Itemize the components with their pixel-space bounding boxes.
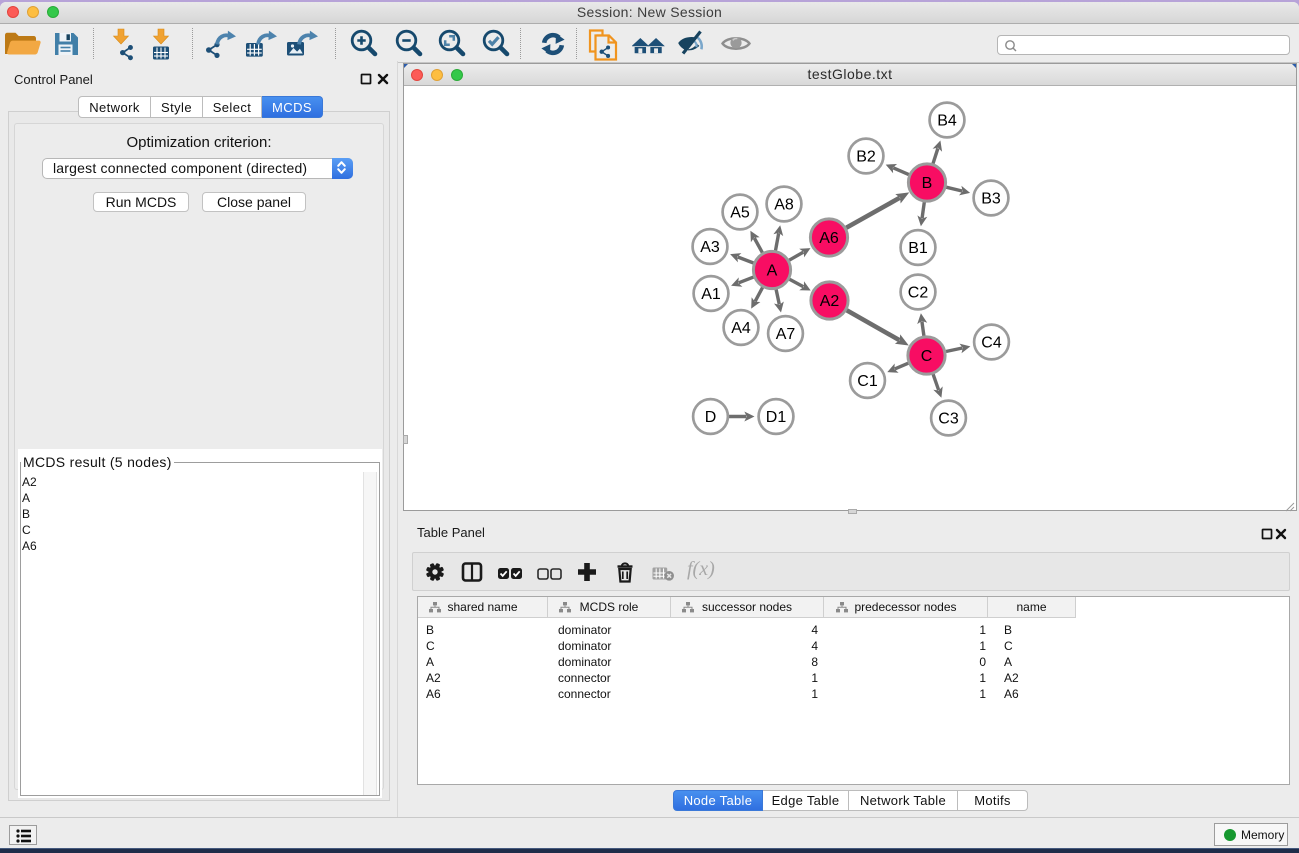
svg-text:C4: C4 — [981, 335, 1002, 352]
svg-text:A1: A1 — [701, 286, 721, 303]
svg-text:A8: A8 — [774, 197, 794, 214]
svg-text:A7: A7 — [776, 326, 796, 343]
svg-text:C2: C2 — [908, 285, 929, 302]
svg-text:C1: C1 — [857, 373, 878, 390]
svg-text:B4: B4 — [937, 113, 957, 130]
svg-text:B3: B3 — [981, 191, 1001, 208]
svg-text:A3: A3 — [700, 239, 720, 256]
svg-text:B1: B1 — [908, 240, 928, 257]
svg-text:B: B — [922, 175, 933, 192]
svg-text:D1: D1 — [766, 409, 787, 426]
svg-text:B2: B2 — [856, 149, 876, 166]
svg-text:A6: A6 — [819, 230, 839, 247]
svg-text:A: A — [767, 263, 778, 280]
svg-text:D: D — [705, 409, 717, 426]
svg-text:C: C — [921, 348, 933, 365]
svg-text:C3: C3 — [938, 411, 959, 428]
svg-text:A2: A2 — [820, 293, 840, 310]
svg-text:A5: A5 — [730, 205, 750, 222]
svg-text:A4: A4 — [731, 320, 751, 337]
